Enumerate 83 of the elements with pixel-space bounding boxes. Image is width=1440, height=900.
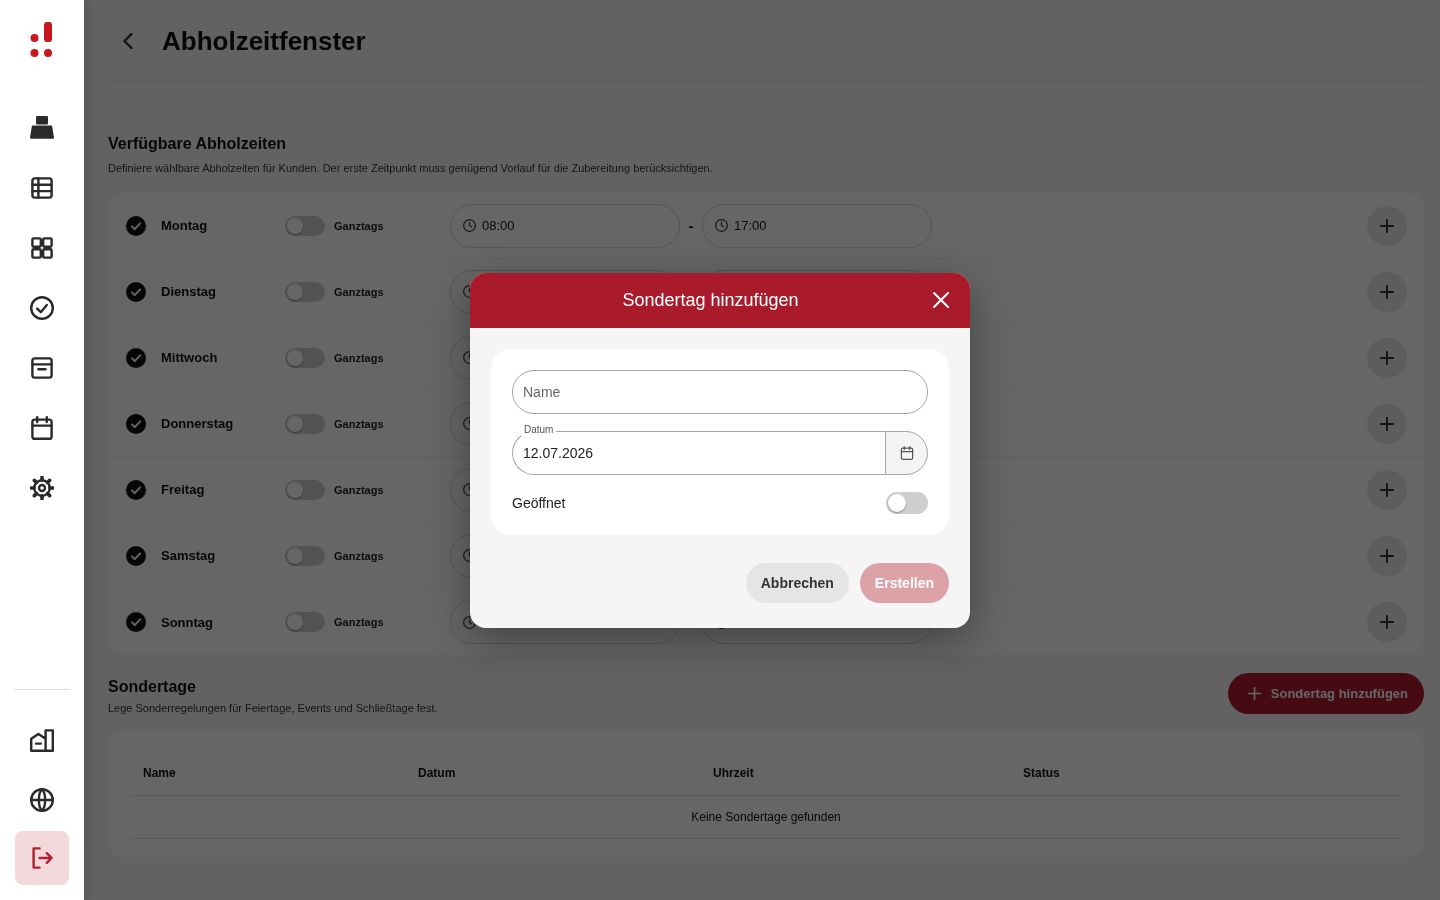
toggle-switch[interactable] bbox=[285, 347, 325, 368]
switch-label: Geöffnet bbox=[512, 494, 566, 511]
checkbox[interactable] bbox=[126, 612, 146, 632]
checkbox[interactable] bbox=[126, 281, 146, 302]
field-label: Datum bbox=[521, 423, 557, 436]
page-title: Abholzeitfenster bbox=[162, 24, 366, 57]
archive-box-icon bbox=[30, 356, 54, 380]
day-name: Dienstag bbox=[161, 284, 216, 299]
building-icon bbox=[30, 728, 54, 752]
day-name: Donnerstag bbox=[161, 416, 234, 431]
column-header: Status bbox=[1023, 765, 1060, 780]
time-field[interactable]: 08:00 bbox=[450, 203, 680, 248]
checkbox[interactable] bbox=[126, 215, 146, 236]
toggle-label: Ganztags bbox=[334, 616, 384, 628]
add-time-button[interactable] bbox=[1367, 337, 1407, 378]
plus-icon bbox=[1380, 350, 1394, 365]
add-time-button[interactable] bbox=[1367, 403, 1407, 444]
logout-button[interactable] bbox=[15, 831, 69, 885]
check-circle-icon bbox=[30, 296, 54, 320]
clock-icon bbox=[715, 219, 728, 232]
plus-icon bbox=[1247, 687, 1261, 700]
checkbox[interactable] bbox=[126, 413, 146, 434]
section-description: Definiere wählbare Abholzeiten für Kunden. Der erste Zeitpunkt muss genügend Vorlauf für die Zubereitung berücksichtigen. bbox=[108, 161, 713, 176]
plus-icon bbox=[1380, 615, 1394, 629]
toggle-switch[interactable] bbox=[285, 413, 325, 434]
toggle-switch[interactable] bbox=[886, 491, 928, 514]
day-name: Mittwoch bbox=[161, 350, 218, 365]
add-special-day-button[interactable]: Sondertag hinzufügen bbox=[1227, 673, 1424, 714]
separator: - bbox=[688, 217, 694, 234]
day-name: Montag bbox=[161, 218, 208, 233]
add-time-button[interactable] bbox=[1367, 271, 1407, 312]
plus-icon bbox=[1380, 416, 1394, 431]
checkbox[interactable] bbox=[126, 545, 146, 566]
clock-icon bbox=[463, 219, 476, 232]
toggle-label: Ganztags bbox=[334, 483, 384, 496]
day-name: Sonntag bbox=[161, 614, 213, 630]
checkbox[interactable] bbox=[126, 347, 146, 368]
logout-icon bbox=[30, 846, 54, 870]
calendar-button[interactable] bbox=[885, 430, 928, 475]
plus-icon bbox=[1380, 548, 1394, 563]
toggle-label: Ganztags bbox=[334, 549, 384, 562]
add-time-button[interactable] bbox=[1367, 602, 1407, 642]
toggle-switch[interactable] bbox=[285, 612, 325, 632]
calendar-icon bbox=[899, 445, 914, 460]
time-field[interactable]: 17:00 bbox=[702, 203, 932, 248]
toggle-label: Ganztags bbox=[334, 417, 384, 430]
toggle-switch[interactable] bbox=[285, 215, 325, 236]
cancel-button[interactable]: Abbrechen bbox=[745, 562, 849, 603]
logo[interactable] bbox=[30, 22, 54, 58]
section-title: Sondertage bbox=[108, 677, 196, 697]
toggle-label: Ganztags bbox=[334, 351, 384, 364]
day-name: Samstag bbox=[161, 548, 216, 563]
day-name: Freitag bbox=[161, 482, 205, 497]
column-header: Uhrzeit bbox=[713, 765, 754, 780]
toggle-label: Ganztags bbox=[334, 285, 384, 298]
add-time-button[interactable] bbox=[1367, 535, 1407, 576]
grid-icon bbox=[30, 236, 54, 260]
checkbox[interactable] bbox=[126, 479, 146, 500]
table-icon bbox=[30, 176, 54, 200]
add-time-button[interactable] bbox=[1367, 205, 1407, 246]
dialog-title: Sondertag hinzufügen bbox=[622, 289, 799, 311]
close-button[interactable] bbox=[931, 290, 951, 310]
toggle-switch[interactable] bbox=[285, 479, 325, 500]
back-button[interactable] bbox=[120, 32, 136, 49]
column-header: Datum bbox=[418, 765, 456, 780]
toggle-switch[interactable] bbox=[285, 545, 325, 566]
empty-message: Keine Sondertage gefunden bbox=[691, 810, 841, 824]
column-header: Name bbox=[143, 765, 176, 780]
close-icon bbox=[933, 292, 949, 308]
plus-icon bbox=[1380, 284, 1394, 299]
name-field[interactable]: Name bbox=[512, 369, 928, 414]
chevron-left-icon bbox=[120, 32, 136, 49]
globe-icon bbox=[30, 788, 54, 812]
settings-icon bbox=[30, 476, 54, 500]
section-title: Verfügbare Abholzeiten bbox=[108, 134, 287, 154]
section-description: Lege Sonderregelungen für Feiertage, Events und Schließtage fest. bbox=[108, 701, 438, 716]
plus-icon bbox=[1380, 218, 1394, 233]
cash-register-icon bbox=[30, 116, 54, 140]
calendar-icon bbox=[30, 416, 54, 440]
add-time-button[interactable] bbox=[1367, 469, 1407, 510]
plus-icon bbox=[1380, 482, 1394, 497]
toggle-switch[interactable] bbox=[285, 281, 325, 302]
toggle-label: Ganztags bbox=[334, 219, 384, 232]
